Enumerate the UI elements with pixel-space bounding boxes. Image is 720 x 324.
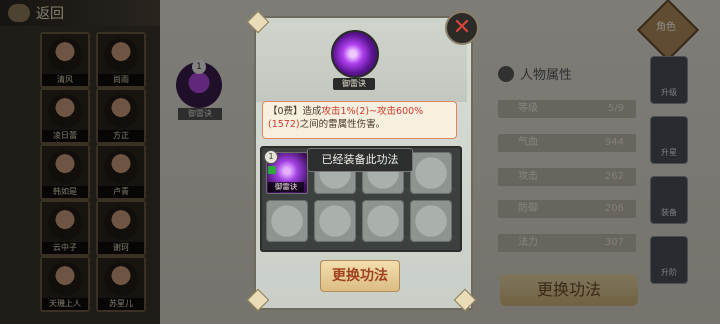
equipped-skill-name: 御雷诀 xyxy=(268,182,304,192)
empty-skill-slot[interactable] xyxy=(410,200,452,242)
change-skill-button[interactable]: 更换功法 xyxy=(320,260,400,292)
description-prefix: 【0费】造成 xyxy=(268,106,322,117)
check-icon xyxy=(268,166,276,174)
empty-skill-slot[interactable] xyxy=(362,200,404,242)
empty-skill-slot[interactable] xyxy=(410,152,452,194)
skill-description: 【0费】造成攻击1%(2)~攻击600%(1572)之间的雷属性伤害。 xyxy=(262,101,457,139)
slot-badge: 1 xyxy=(264,150,278,164)
description-suffix: 之间的雷属性伤害。 xyxy=(299,119,386,130)
close-icon[interactable]: ✕ xyxy=(445,11,479,45)
equipped-tooltip: 已经装备此功法 xyxy=(307,148,413,172)
empty-skill-slot[interactable] xyxy=(314,200,356,242)
lightning-skill-icon xyxy=(331,30,379,78)
empty-skill-slot[interactable] xyxy=(266,200,308,242)
skill-name: 御雷诀 xyxy=(333,78,375,90)
